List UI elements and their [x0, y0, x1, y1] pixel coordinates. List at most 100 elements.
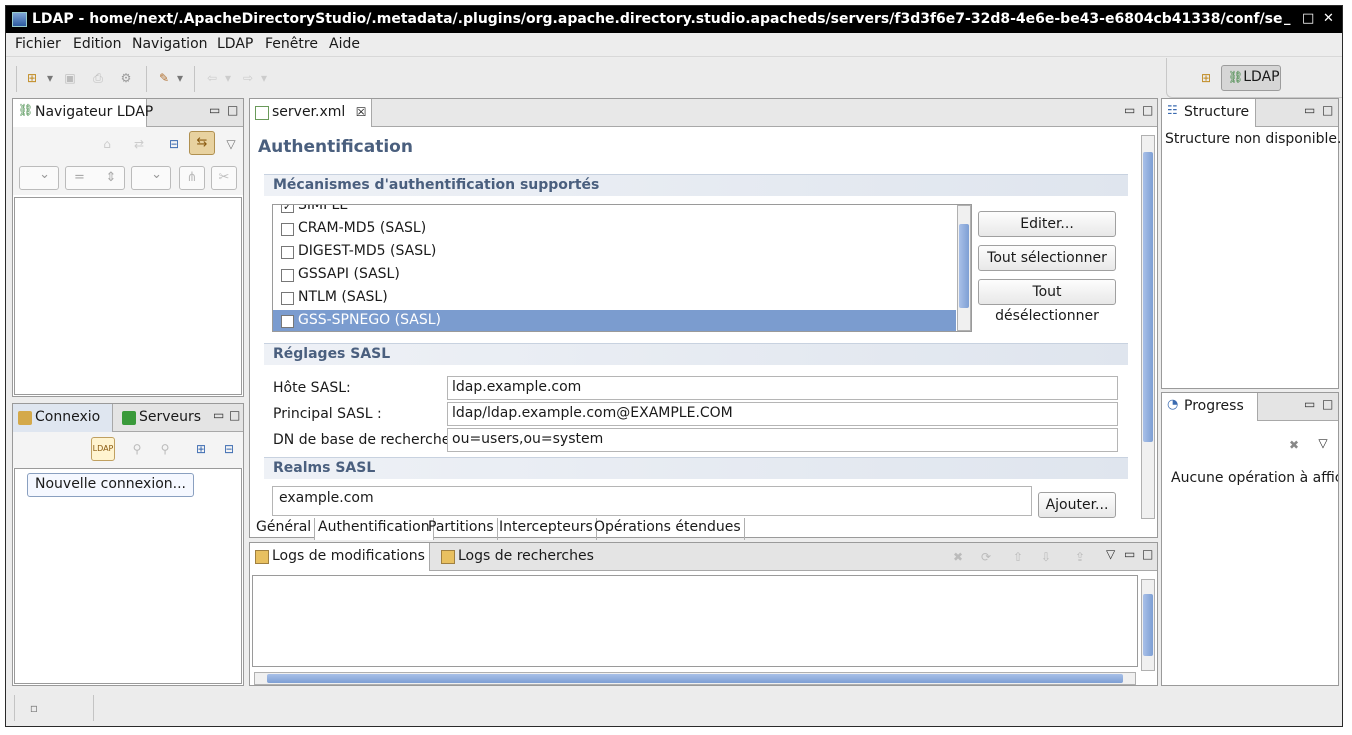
sasl-principal-input[interactable]: ldap/ldap.example.com@EXAMPLE.COM — [447, 402, 1118, 426]
mechanisms-list[interactable]: ✓ SIMPLE CRAM-MD5 (SASL) DIGEST-MD5 (SAS… — [272, 204, 972, 332]
open-perspective-icon[interactable]: ⊞ — [1198, 70, 1214, 86]
print-icon[interactable]: ⎙ — [90, 70, 106, 86]
export-icon[interactable]: ⇪ — [1072, 549, 1088, 565]
minimize-icon[interactable]: ▭ — [1304, 103, 1315, 117]
close-icon[interactable]: ✕ — [1323, 11, 1334, 26]
menu-aide[interactable]: Aide — [329, 36, 360, 52]
maximize-icon[interactable]: □ — [1142, 103, 1153, 117]
scrollbar-thumb[interactable] — [1143, 594, 1153, 656]
list-item-selected[interactable]: GSS-SPNEGO (SASL) — [273, 310, 956, 331]
add-realm-button[interactable]: Ajouter... — [1038, 492, 1116, 518]
tab-server-xml[interactable]: server.xml ☒ — [250, 99, 372, 127]
tab-partitions[interactable]: Partitions — [425, 518, 498, 540]
realms-list[interactable]: example.com — [272, 486, 1032, 516]
minimize-icon[interactable]: ▭ — [1124, 547, 1135, 561]
view-menu-icon[interactable]: ▽ — [1315, 435, 1331, 451]
maximize-icon[interactable]: □ — [1322, 397, 1333, 411]
attribute-combo[interactable]: ⌄ — [19, 166, 59, 190]
minimize-icon[interactable]: ▭ — [213, 408, 224, 422]
arrow-down-icon[interactable]: ⇩ — [1038, 549, 1054, 565]
logs-hscrollbar[interactable] — [254, 672, 1136, 685]
menu-fenetre[interactable]: Fenêtre — [265, 36, 318, 52]
tab-servers[interactable]: Serveurs — [117, 404, 209, 432]
menu-navigation[interactable]: Navigation — [132, 36, 208, 52]
checkbox[interactable] — [281, 269, 294, 282]
editor-scrollbar[interactable] — [1141, 135, 1155, 519]
edit-button[interactable]: Editer... — [978, 211, 1116, 237]
checkbox[interactable] — [281, 292, 294, 305]
menu-fichier[interactable]: Fichier — [15, 36, 61, 52]
tree-filter-icon[interactable]: ⋔ — [179, 166, 205, 190]
connections-list[interactable]: Nouvelle connexion... — [14, 468, 242, 684]
list-item[interactable]: ✓ SIMPLE — [273, 205, 956, 218]
search-basedn-input[interactable]: ou=users,ou=system — [447, 428, 1118, 452]
list-item[interactable]: CRAM-MD5 (SASL) — [273, 218, 956, 241]
save-icon[interactable]: ▣ — [62, 70, 78, 86]
pen-icon[interactable]: ✎ — [156, 70, 172, 86]
view-menu-icon[interactable]: ▽ — [223, 136, 239, 152]
connect-icon[interactable]: ⚲ — [129, 441, 145, 457]
tab-search-logs[interactable]: Logs de recherches — [436, 543, 596, 571]
link-with-editor-icon[interactable]: ⇆ — [189, 131, 215, 155]
back-icon[interactable]: ⇦ — [204, 70, 220, 86]
arrow-up-icon[interactable]: ⇧ — [1010, 549, 1026, 565]
list-item[interactable]: DIGEST-MD5 (SASL) — [273, 241, 956, 264]
list-item[interactable]: example.com — [279, 490, 374, 506]
new-icon[interactable]: ⊞ — [24, 70, 40, 86]
collapse-all-icon[interactable]: ⊟ — [221, 441, 237, 457]
collapse-all-icon[interactable]: ⊟ — [166, 136, 182, 152]
expand-all-icon[interactable]: ⊞ — [193, 441, 209, 457]
menu-edition[interactable]: Edition — [73, 36, 121, 52]
clear-filter-icon[interactable]: ✂ — [211, 166, 237, 190]
pen-dropdown-icon[interactable]: ▾ — [172, 70, 188, 86]
scrollbar-thumb[interactable] — [959, 224, 969, 308]
scrollbar-thumb[interactable] — [1143, 152, 1153, 442]
navigator-tree[interactable] — [14, 197, 242, 395]
select-all-button[interactable]: Tout sélectionner — [978, 245, 1116, 271]
forward-icon[interactable]: ⇨ — [240, 70, 256, 86]
checkbox[interactable] — [281, 315, 294, 328]
forward-dropdown-icon[interactable]: ▾ — [256, 70, 272, 86]
minimize-icon[interactable]: ▭ — [1124, 103, 1135, 117]
list-item[interactable]: GSSAPI (SASL) — [273, 264, 956, 287]
checkbox[interactable] — [281, 246, 294, 259]
back-dropdown-icon[interactable]: ▾ — [220, 70, 236, 86]
new-connection-icon[interactable]: LDAP — [91, 437, 115, 461]
clear-icon[interactable]: ✖ — [950, 549, 966, 565]
home-icon[interactable]: ⌂ — [99, 136, 115, 152]
sasl-host-input[interactable]: ldap.example.com — [447, 376, 1118, 400]
checkbox[interactable] — [281, 223, 294, 236]
close-tab-icon[interactable]: ☒ — [356, 105, 367, 119]
view-menu-icon[interactable]: ▽ — [1106, 547, 1115, 561]
tab-structure[interactable]: ☷ Structure — [1162, 99, 1256, 127]
tab-navigator[interactable]: ⛓ Navigateur LDAP — [13, 99, 153, 127]
deselect-all-button[interactable]: Tout désélectionner — [978, 279, 1116, 324]
disconnect-icon[interactable]: ⚲ — [157, 441, 173, 457]
operator-combo[interactable]: = ⇕ — [65, 166, 125, 190]
tab-modification-logs[interactable]: Logs de modifications — [250, 543, 430, 571]
remove-all-finished-icon[interactable]: ✖ — [1286, 437, 1302, 453]
mechanisms-scrollbar[interactable] — [957, 205, 971, 331]
tab-extended-operations[interactable]: Opérations étendues — [591, 518, 745, 540]
fast-view-icon[interactable]: ▫ — [26, 700, 42, 716]
logs-vscrollbar[interactable] — [1141, 579, 1155, 671]
maximize-icon[interactable]: □ — [1322, 103, 1333, 117]
value-combo[interactable]: ⌄ — [131, 166, 171, 190]
ldap-perspective-button[interactable]: ⛓LDAP — [1221, 65, 1281, 91]
menu-ldap[interactable]: LDAP — [217, 36, 253, 52]
maximize-icon[interactable]: □ — [1142, 547, 1153, 561]
tab-progress[interactable]: ◔ Progress — [1162, 393, 1258, 421]
logs-text-area[interactable] — [252, 575, 1138, 667]
list-item[interactable]: NTLM (SASL) — [273, 287, 956, 310]
maximize-icon[interactable]: □ — [227, 103, 238, 117]
maximize-icon[interactable]: □ — [229, 408, 240, 422]
tab-connections[interactable]: Connexio — [13, 404, 113, 432]
checkbox-checked[interactable]: ✓ — [281, 205, 294, 213]
minimize-icon[interactable]: ▭ — [1304, 397, 1315, 411]
tab-authentication[interactable]: Authentification — [315, 518, 434, 540]
maximize-icon[interactable]: □ — [1302, 11, 1314, 26]
tab-general[interactable]: Général — [253, 518, 316, 540]
refresh-icon[interactable]: ⟳ — [978, 549, 994, 565]
minimize-icon[interactable]: _ — [1284, 11, 1291, 26]
link-icon[interactable]: ⇄ — [131, 136, 147, 152]
